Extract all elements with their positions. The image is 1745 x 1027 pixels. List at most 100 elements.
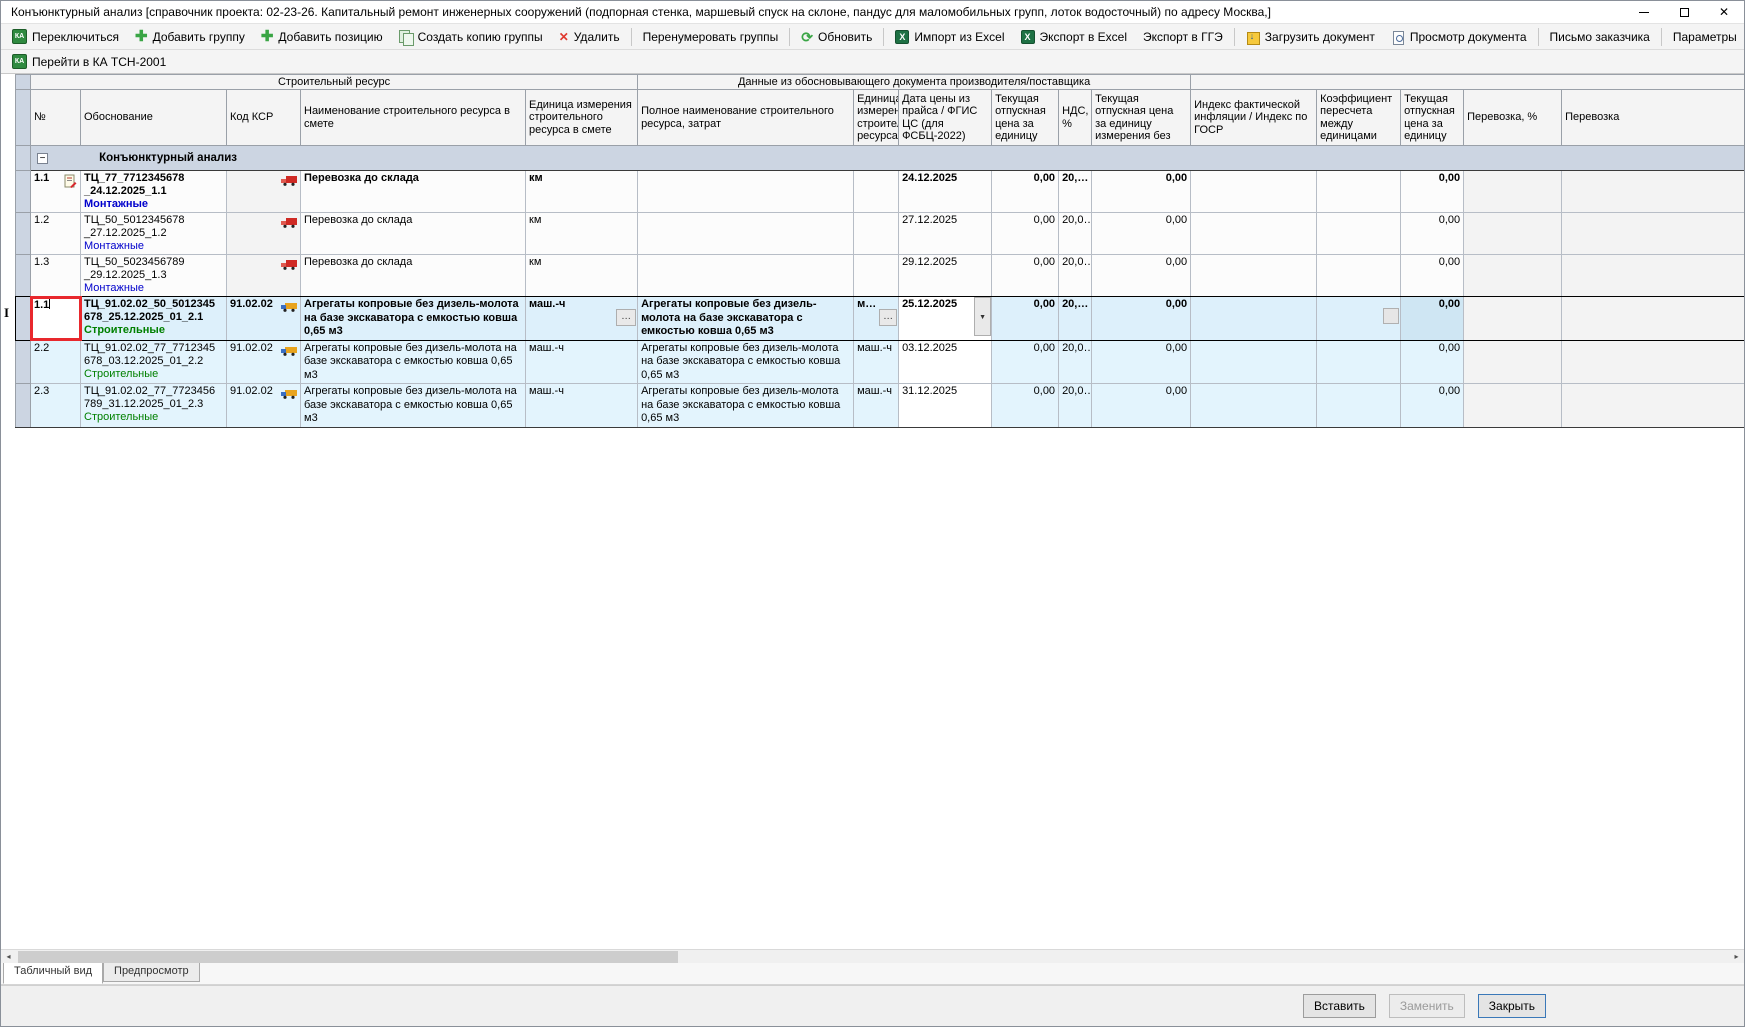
col-header-obosnovanie[interactable]: Обоснование <box>80 89 227 146</box>
scroll-left-icon[interactable]: ◂ <box>1 950 16 963</box>
col-header-vat[interactable]: НДС, % <box>1058 89 1093 146</box>
cell-obosnovanie[interactable]: ТЦ_50_5012345678 _27.12.2025_1.2 Монтажны… <box>80 212 227 255</box>
scroll-right-icon[interactable]: ▸ <box>1729 950 1744 963</box>
date-dropdown-button[interactable]: ▼ <box>974 297 991 336</box>
cell-conversion-coef[interactable] <box>1316 170 1402 213</box>
cell-price-date[interactable]: 31.12.2025 <box>898 383 993 428</box>
cell-obosnovanie[interactable]: ТЦ_91.02.02_50_5012345 678_25.12.2025_01… <box>80 296 227 341</box>
cell-name[interactable]: Перевозка до склада <box>300 170 526 213</box>
cell-unit[interactable]: км <box>524 170 639 213</box>
unit-ellipsis-button[interactable]: … <box>616 309 637 326</box>
import-excel-button[interactable]: Импорт из Excel <box>887 26 1012 48</box>
cell-price-novat[interactable]: 0,00 <box>1091 170 1192 213</box>
parameters-button[interactable]: Параметры <box>1665 26 1745 48</box>
cell-unit[interactable]: км <box>524 254 639 297</box>
cell-inflation-index[interactable] <box>1190 212 1318 255</box>
close-dialog-button[interactable]: Закрыть <box>1477 994 1546 1018</box>
scrollbar-thumb[interactable] <box>18 951 678 963</box>
cell-num[interactable]: 2.2 <box>30 339 81 384</box>
export-excel-button[interactable]: Экспорт в Excel <box>1013 26 1135 48</box>
close-button[interactable]: ✕ <box>1704 1 1744 23</box>
cell-conversion-coef[interactable] <box>1316 254 1402 297</box>
switch-button[interactable]: Переключиться <box>4 26 127 48</box>
cell-unit2[interactable] <box>853 170 900 213</box>
col-header-kod-ksr[interactable]: Код КСР <box>226 89 301 146</box>
cell-name[interactable]: Агрегаты копровые без дизель-молота на б… <box>300 383 526 428</box>
scrollbar-track[interactable] <box>16 950 1729 963</box>
copy-group-button[interactable]: Создать копию группы <box>391 26 551 48</box>
cell-unit2[interactable]: м…… <box>853 296 900 341</box>
cell-num[interactable]: 2.3 <box>30 383 81 428</box>
cell-conversion-coef[interactable] <box>1316 339 1402 384</box>
cell-inflation-index[interactable] <box>1190 339 1318 384</box>
col-header-inflation-index[interactable]: Индекс фактической инфляции / Индекс по … <box>1190 89 1318 146</box>
col-header-current-price2[interactable]: Текущая отпускная цена за единицу <box>1400 89 1465 146</box>
col-header-price-date[interactable]: Дата цены из прайса / ФГИС ЦС (для ФСБЦ-… <box>898 89 993 146</box>
delete-button[interactable]: Удалить <box>551 26 628 48</box>
cell-inflation-index[interactable] <box>1190 296 1318 341</box>
col-header-transport[interactable]: Перевозка <box>1561 89 1744 146</box>
cell-full-name[interactable]: Агрегаты копровые без дизель-молота на б… <box>637 383 855 428</box>
cell-price-date-editing[interactable]: 25.12.2025 ▼ <box>898 296 993 341</box>
cell-num-editing[interactable]: 1.1 <box>29 295 82 341</box>
load-document-button[interactable]: Загрузить документ <box>1238 26 1383 48</box>
unit2-ellipsis-button[interactable]: … <box>879 309 898 326</box>
cell-unit2[interactable]: маш.-ч <box>853 339 900 384</box>
cell-vat[interactable]: 20,0… <box>1058 254 1093 297</box>
cell-obosnovanie[interactable]: ТЦ_77_7712345678 _24.12.2025_1.1 Монтажны… <box>80 170 227 213</box>
cell-price-novat[interactable]: 0,00 <box>1091 212 1192 255</box>
cell-current-price2[interactable]: 0,00 <box>1400 296 1465 341</box>
cell-current-price2[interactable]: 0,00 <box>1400 339 1465 384</box>
col-header-current-price[interactable]: Текущая отпускная цена за единицу <box>991 89 1060 146</box>
cell-kod-ksr[interactable]: 91.02.02 <box>226 339 301 384</box>
cell-unit[interactable]: маш.-ч <box>524 383 639 428</box>
goto-ka-tsn-button[interactable]: Перейти в КА ТСН-2001 <box>4 51 174 73</box>
cell-unit[interactable]: км <box>524 212 639 255</box>
cell-obosnovanie[interactable]: ТЦ_91.02.02_77_7723456 789_31.12.2025_01… <box>80 383 227 428</box>
col-header-conversion-coef[interactable]: Коэффициент пересчета между единицами <box>1316 89 1402 146</box>
cell-obosnovanie[interactable]: ТЦ_91.02.02_77_7712345 678_03.12.2025_01… <box>80 339 227 384</box>
table-row[interactable]: 1.1 ТЦ_77_7712345678 _24.12.2025_1.1 Монт… <box>15 170 1744 213</box>
cell-inflation-index[interactable] <box>1190 254 1318 297</box>
col-header-unit[interactable]: Единица измерения строительного ресурса … <box>524 89 639 146</box>
cell-price-novat[interactable]: 0,00 <box>1091 339 1192 384</box>
cell-name[interactable]: Перевозка до склада <box>300 212 526 255</box>
add-group-button[interactable]: Добавить группу <box>127 26 253 48</box>
cell-current-price2[interactable]: 0,00 <box>1400 212 1465 255</box>
cell-unit2[interactable]: маш.-ч <box>853 383 900 428</box>
cell-num[interactable]: 1.1 <box>30 170 81 213</box>
cell-num[interactable]: 1.3 <box>30 254 81 297</box>
cell-current-price[interactable]: 0,00 <box>991 212 1060 255</box>
cell-full-name[interactable]: Агрегаты копровые без дизель-молота на б… <box>637 296 855 341</box>
cell-price-date[interactable]: 24.12.2025 <box>898 170 993 213</box>
cell-full-name[interactable] <box>637 254 855 297</box>
col-header-transport-pct[interactable]: Перевозка, % <box>1463 89 1563 146</box>
cell-unit2[interactable] <box>853 254 900 297</box>
table-row[interactable]: 2.2 ТЦ_91.02.02_77_7712345 678_03.12.202… <box>15 339 1744 384</box>
group-cell[interactable]: − Конъюнктурный анализ <box>29 145 1744 171</box>
cell-current-price2[interactable]: 0,00 <box>1400 170 1465 213</box>
cell-conversion-coef[interactable] <box>1316 296 1402 341</box>
cell-current-price[interactable]: 0,00 <box>991 170 1060 213</box>
cell-name[interactable]: Агрегаты копровые без дизель-молота на б… <box>300 339 526 384</box>
cell-name[interactable]: Перевозка до склада <box>300 254 526 297</box>
view-document-button[interactable]: Просмотр документа <box>1383 26 1535 48</box>
table-row[interactable]: 2.3 ТЦ_91.02.02_77_7723456 789_31.12.202… <box>15 383 1744 428</box>
renumber-groups-button[interactable]: Перенумеровать группы <box>635 26 787 48</box>
add-position-button[interactable]: Добавить позицию <box>253 26 391 48</box>
cell-full-name[interactable]: Агрегаты копровые без дизель-молота на б… <box>637 339 855 384</box>
cell-conversion-coef[interactable] <box>1316 212 1402 255</box>
cell-inflation-index[interactable] <box>1190 170 1318 213</box>
col-header-price-novat[interactable]: Текущая отпускная цена за единицу измере… <box>1091 89 1192 146</box>
cell-current-price[interactable]: 0,00 <box>991 339 1060 384</box>
export-gge-button[interactable]: Экспорт в ГГЭ <box>1135 26 1231 48</box>
cell-obosnovanie[interactable]: ТЦ_50_5023456789 _29.12.2025_1.3 Монтажны… <box>80 254 227 297</box>
cell-current-price[interactable]: 0,00 <box>991 254 1060 297</box>
cell-current-price[interactable]: 0,00 <box>991 296 1060 341</box>
cell-unit[interactable]: маш.-ч <box>524 339 639 384</box>
maximize-button[interactable] <box>1664 1 1704 23</box>
col-header-full-name[interactable]: Полное наименование строительного ресурс… <box>637 89 855 146</box>
cell-conversion-coef[interactable] <box>1316 383 1402 428</box>
cell-vat[interactable]: 20,0… <box>1058 212 1093 255</box>
cell-full-name[interactable] <box>637 170 855 213</box>
